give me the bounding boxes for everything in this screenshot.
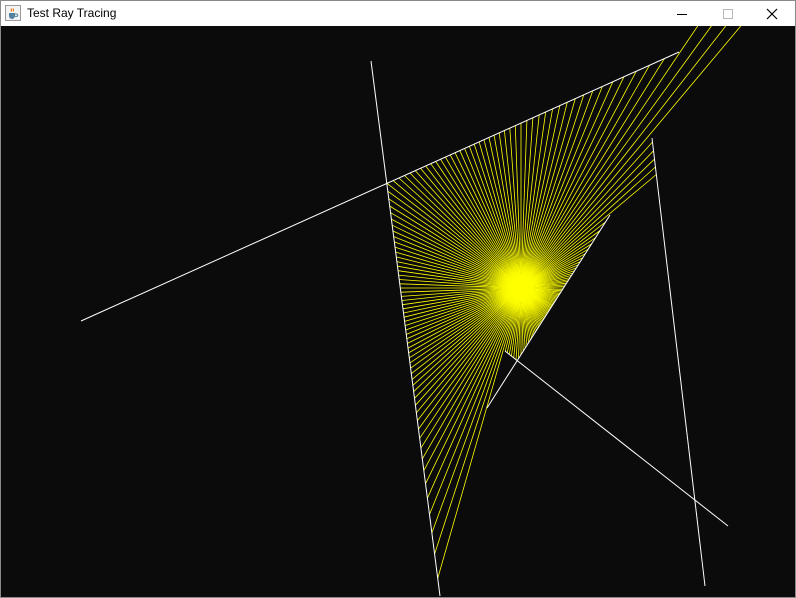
close-icon <box>766 8 778 19</box>
minimize-icon <box>677 13 687 15</box>
ray-tracing-scene <box>80 26 742 597</box>
light-ray <box>520 158 655 289</box>
light-ray <box>520 26 712 289</box>
window-title: Test Ray Tracing <box>27 6 117 20</box>
maximize-button[interactable] <box>705 1 751 26</box>
light-ray <box>520 26 727 289</box>
light-ray <box>417 287 522 421</box>
light-rays <box>386 26 742 579</box>
render-canvas[interactable] <box>1 26 795 597</box>
wall-segment-3 <box>651 137 706 587</box>
light-ray <box>520 26 699 289</box>
light-ray <box>520 166 656 289</box>
light-ray <box>520 86 603 289</box>
light-ray <box>434 287 522 555</box>
minimize-button[interactable] <box>659 1 705 26</box>
light-ray <box>421 287 522 460</box>
app-window: Test Ray Tracing <box>0 0 796 598</box>
light-ray <box>429 287 522 515</box>
close-button[interactable] <box>749 1 795 26</box>
light-ray <box>520 58 665 289</box>
light-ray <box>520 221 606 289</box>
light-source <box>515 282 527 294</box>
walls <box>80 51 729 597</box>
java-coffee-cup-icon <box>5 5 21 21</box>
maximize-icon <box>723 8 733 19</box>
light-ray <box>418 287 522 430</box>
title-bar[interactable]: Test Ray Tracing <box>1 1 795 26</box>
wall-segment-5 <box>504 350 729 527</box>
light-ray <box>520 94 585 289</box>
